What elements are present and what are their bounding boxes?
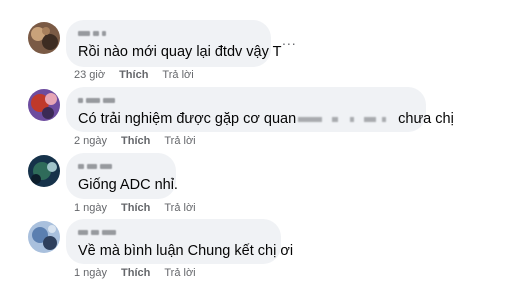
redacted-text [350, 116, 355, 122]
like-button[interactable]: Thích [119, 69, 148, 81]
redacted-text [382, 116, 387, 122]
avatar[interactable] [28, 89, 60, 121]
comment-time[interactable]: 1 ngày [74, 202, 107, 214]
avatar[interactable] [28, 221, 60, 253]
comment-time[interactable]: 1 ngày [74, 267, 107, 279]
comment-time[interactable]: 23 giờ [74, 69, 105, 81]
comment-meta: 2 ngày Thích Trả lời [74, 135, 196, 147]
comment-text: Về mà bình luận Chung kết chị ơi [78, 243, 294, 259]
redacted-text [298, 116, 323, 122]
comment-bubble: Giống ADC nhỉ. [66, 153, 178, 199]
reply-button[interactable]: Trả lời [164, 135, 195, 147]
redacted-text [332, 116, 339, 122]
like-button[interactable]: Thích [121, 135, 150, 147]
comment-text: Giống ADC nhỉ. [78, 177, 178, 193]
comment-bubble: Rồi nào mới quay lại đtdv vậy T [66, 20, 282, 67]
comment-meta: 1 ngày Thích Trả lời [74, 267, 196, 279]
author-name-redacted[interactable] [78, 27, 259, 39]
comment-text: Rồi nào mới quay lại đtdv vậy T [78, 44, 282, 60]
avatar[interactable] [28, 22, 60, 54]
comment-text-end: chưa chị [398, 111, 454, 127]
reply-button[interactable]: Trả lời [162, 69, 193, 81]
author-name-redacted[interactable] [78, 94, 414, 106]
author-name-redacted[interactable] [78, 160, 164, 172]
more-options-icon[interactable]: ... [282, 32, 297, 48]
comment-time[interactable]: 2 ngày [74, 135, 107, 147]
comment-meta: 1 ngày Thích Trả lời [74, 202, 196, 214]
comment-meta: 23 giờ Thích Trả lời [74, 69, 194, 81]
reply-button[interactable]: Trả lời [164, 267, 195, 279]
redacted-text [364, 116, 377, 122]
comment-bubble: Có trải nghiệm được gặp cơ quan chưa chị [66, 87, 454, 132]
like-button[interactable]: Thích [121, 267, 150, 279]
comment-bubble: Về mà bình luận Chung kết chị ơi [66, 219, 294, 264]
like-button[interactable]: Thích [121, 202, 150, 214]
comment-text: Có trải nghiệm được gặp cơ quan chưa chị [78, 110, 454, 128]
reply-button[interactable]: Trả lời [164, 202, 195, 214]
author-name-redacted[interactable] [78, 226, 269, 238]
avatar[interactable] [28, 155, 60, 187]
comment-text-start: Có trải nghiệm được gặp cơ quan [78, 111, 297, 127]
